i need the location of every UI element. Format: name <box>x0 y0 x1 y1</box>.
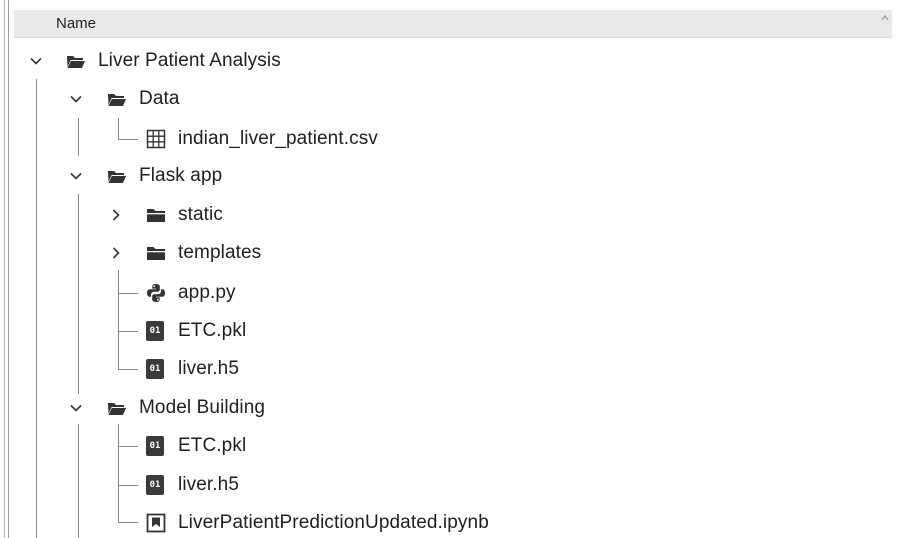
chevron-right-icon[interactable] <box>108 207 124 223</box>
python-icon <box>146 283 166 303</box>
chevron-down-icon[interactable] <box>68 168 84 184</box>
tree-row-indian-liver-patient-csv[interactable]: indian_liver_patient.csv <box>146 120 378 158</box>
folder-label: Data <box>139 88 180 109</box>
file-label: app.py <box>178 282 236 303</box>
file-tree: Liver Patient Analysis Data indian_liver… <box>0 0 890 538</box>
tree-row-flask-app[interactable]: Flask app <box>68 157 222 195</box>
tree-guide-line <box>118 118 119 140</box>
folder-icon <box>146 243 166 263</box>
folder-label: Flask app <box>139 165 223 186</box>
tree-guide-line <box>118 331 138 332</box>
tree-row-app-py[interactable]: app.py <box>146 274 236 312</box>
tree-row-templates[interactable]: templates <box>108 234 261 272</box>
chevron-down-icon[interactable] <box>68 91 84 107</box>
chevron-right-icon[interactable] <box>108 245 124 261</box>
tree-row-data[interactable]: Data <box>68 80 180 118</box>
file-label: indian_liver_patient.csv <box>178 128 378 149</box>
tree-guide-line <box>118 522 138 523</box>
tree-row-static[interactable]: static <box>108 196 223 234</box>
folder-label: static <box>178 204 223 225</box>
tree-guide-line <box>118 369 138 370</box>
tree-row-liver-h5[interactable]: 01 liver.h5 <box>146 350 239 388</box>
file-label: ETC.pkl <box>178 320 247 341</box>
tree-row-model-building[interactable]: Model Building <box>68 389 265 427</box>
file-explorer-window: Name Liver Patient Analysis Data indian_… <box>0 0 902 538</box>
notebook-icon <box>146 513 166 533</box>
folder-label: Model Building <box>139 397 266 418</box>
tree-guide-line <box>78 424 79 538</box>
tree-row-liver-patient-prediction-ipynb[interactable]: LiverPatientPredictionUpdated.ipynb <box>146 504 489 538</box>
folder-open-icon <box>107 166 127 186</box>
tree-row-etc-pkl[interactable]: 01 ETC.pkl <box>146 427 246 465</box>
table-icon <box>146 129 166 149</box>
tree-row-liver-patient-analysis[interactable]: Liver Patient Analysis <box>28 42 281 80</box>
folder-icon <box>146 205 166 225</box>
file-label: liver.h5 <box>178 358 240 379</box>
file-label: LiverPatientPredictionUpdated.ipynb <box>178 512 489 533</box>
vertical-scrollbar[interactable] <box>893 37 902 538</box>
folder-label: templates <box>178 242 262 263</box>
folder-open-icon <box>66 51 86 71</box>
tree-guide-line <box>118 293 138 294</box>
binary-file-icon: 01 <box>146 436 164 456</box>
chevron-down-icon[interactable] <box>68 400 84 416</box>
tree-guide-line <box>118 485 138 486</box>
tree-guide-line <box>78 194 79 394</box>
binary-file-icon: 01 <box>146 321 164 341</box>
tree-guide-line <box>78 118 79 156</box>
tree-guide-line <box>36 79 37 538</box>
binary-file-icon: 01 <box>146 359 164 379</box>
folder-open-icon <box>107 89 127 109</box>
tree-guide-line <box>118 446 138 447</box>
tree-guide-line <box>118 270 119 370</box>
file-label: liver.h5 <box>178 474 240 495</box>
binary-file-icon: 01 <box>146 475 164 495</box>
file-label: ETC.pkl <box>178 435 247 456</box>
tree-row-liver-h5[interactable]: 01 liver.h5 <box>146 466 239 504</box>
tree-row-etc-pkl[interactable]: 01 ETC.pkl <box>146 312 246 350</box>
tree-guide-line <box>118 424 119 523</box>
folder-open-icon <box>107 398 127 418</box>
chevron-down-icon[interactable] <box>28 53 44 69</box>
tree-guide-line <box>118 139 138 140</box>
folder-label: Liver Patient Analysis <box>98 50 281 71</box>
